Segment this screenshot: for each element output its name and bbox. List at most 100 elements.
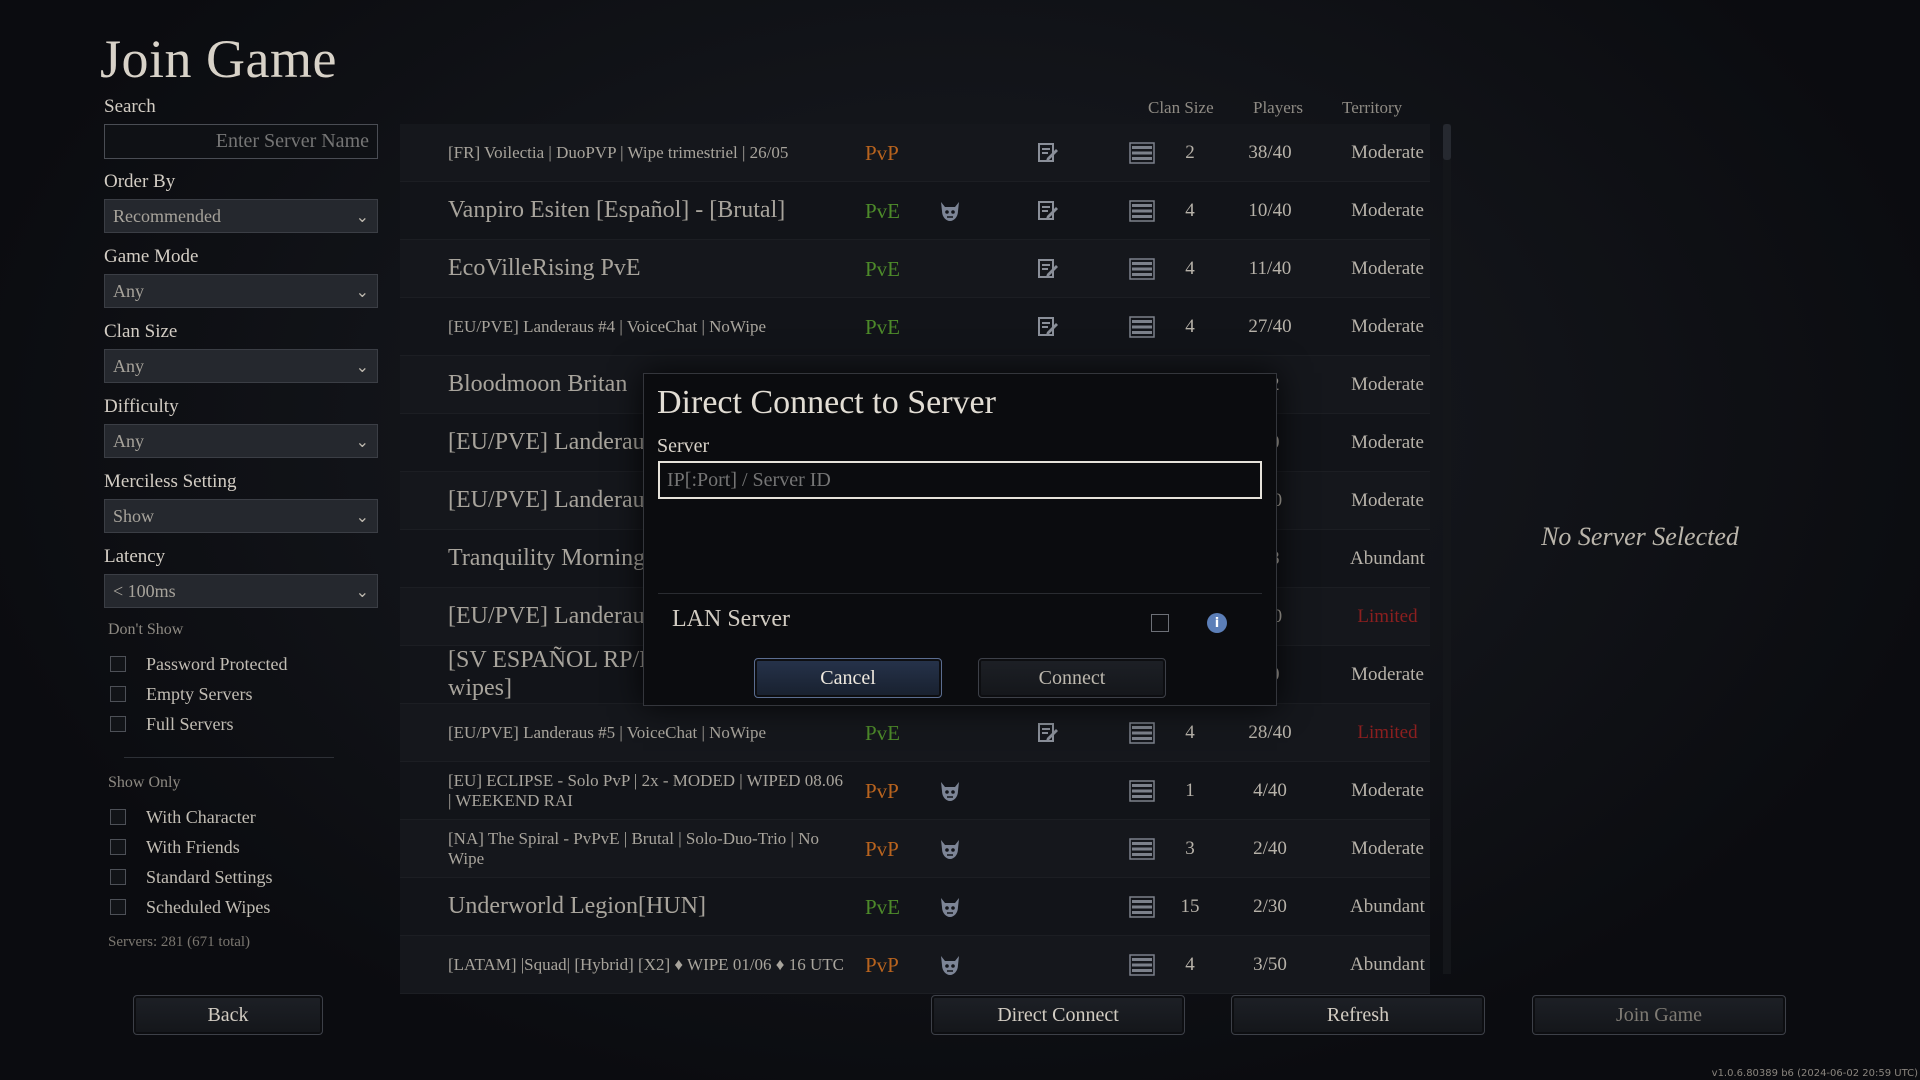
checkbox-password-protected[interactable]: Password Protected [104,649,380,679]
server-notes-icon [1036,199,1060,223]
players-value: 2/30 [1253,896,1287,917]
checkbox-standard-settings[interactable]: Standard Settings [104,862,380,892]
checkbox-empty-servers[interactable]: Empty Servers [104,679,380,709]
checkbox-with-friends[interactable]: With Friends [104,832,380,862]
server-name: [EU/PVE] Landeraus #4 | VoiceChat | NoWi… [448,317,767,337]
server-rules-icon [1129,838,1155,860]
clan-size-value: 1 [1185,780,1195,801]
search-label: Search [104,96,156,117]
info-icon[interactable]: i [1207,613,1227,633]
server-name: [EU] ECLIPSE - Solo PvP | 2x - MODED | W… [448,771,843,810]
checkbox-box[interactable] [110,686,126,702]
game-mode-label: PvP [865,140,899,165]
territory-value: Moderate [1351,780,1424,801]
territory-value: Moderate [1351,838,1424,859]
checkbox-label: Full Servers [146,713,234,734]
game-mode-label: PvE [865,720,901,745]
server-row[interactable]: Underworld Legion[HUN] PvE 15 2/30 Abundant [400,878,1430,936]
game-mode-value: Any [113,280,144,301]
checkbox-box[interactable] [110,869,126,885]
clan-size-value: 4 [1185,258,1195,279]
column-clan-size[interactable]: Clan Size [1148,98,1214,118]
server-rules-icon [1129,142,1155,164]
server-address-input[interactable] [658,461,1262,499]
column-territory[interactable]: Territory [1342,98,1402,118]
territory-value: Moderate [1351,316,1424,337]
server-name: [FR] Voilectia | DuoPVP | Wipe trimestri… [448,143,789,163]
scrollbar-thumb[interactable] [1443,124,1451,160]
checkbox-box[interactable] [110,899,126,915]
direct-connect-dialog: Direct Connect to Server Server LAN Serv… [643,373,1277,706]
checkbox-box[interactable] [110,839,126,855]
column-players[interactable]: Players [1253,98,1303,118]
checkbox-label: Empty Servers [146,683,253,704]
checkbox-with-character[interactable]: With Character [104,802,380,832]
chevron-down-icon: ⌄ [355,506,369,526]
no-server-selected: No Server Selected [1541,522,1739,551]
server-rules-icon [1129,722,1155,744]
game-mode-label: PvE [865,198,901,223]
join-game-button[interactable]: Join Game [1532,995,1786,1035]
server-notes-icon [1036,315,1060,339]
checkbox-label: Password Protected [146,653,288,674]
search-input[interactable] [104,124,378,159]
dialog-divider [658,593,1262,594]
territory-value: Moderate [1351,432,1424,453]
territory-value: Moderate [1351,200,1424,221]
game-mode-label: PvE [865,314,901,339]
lan-server-checkbox[interactable] [1151,614,1169,632]
latency-dropdown[interactable]: < 100ms ⌄ [104,574,378,608]
server-row[interactable]: EcoVilleRising PvE PvE 4 11/40 Moderate [400,240,1430,298]
checkbox-box[interactable] [110,809,126,825]
checkbox-full-servers[interactable]: Full Servers [104,709,380,739]
refresh-button[interactable]: Refresh [1231,995,1485,1035]
players-value: 11/40 [1248,258,1292,279]
server-row[interactable]: [EU/PVE] Landeraus #5 | VoiceChat | NoWi… [400,704,1430,762]
game-mode-label: Game Mode [104,246,199,267]
server-notes-icon [1036,257,1060,281]
players-value: 38/40 [1248,142,1292,163]
territory-value: Moderate [1351,258,1424,279]
clan-size-dropdown[interactable]: Any ⌄ [104,349,378,383]
server-row[interactable]: [FR] Voilectia | DuoPVP | Wipe trimestri… [400,124,1430,182]
checkbox-label: With Character [146,806,256,827]
back-button[interactable]: Back [133,995,323,1035]
merciless-setting-label: Merciless Setting [104,471,237,492]
game-mode-dropdown[interactable]: Any ⌄ [104,274,378,308]
territory-value: Moderate [1351,374,1424,395]
dont-show-label: Don't Show [108,621,184,638]
game-mode-label: PvE [865,256,901,281]
server-row[interactable]: Vanpiro Esiten [Español] - [Brutal] PvE 4 1… [400,182,1430,240]
server-name: [LATAM] |Squad| [Hybrid] [X2] ♦ WIPE 01/… [448,955,844,975]
difficulty-value: Any [113,430,144,451]
territory-value: Abundant [1350,954,1425,975]
server-row[interactable]: [NA] The Spiral - PvPvE | Brutal | Solo-… [400,820,1430,878]
clan-size-value: 4 [1185,722,1195,743]
clan-size-value: 2 [1185,142,1195,163]
merciless-demon-icon [938,837,962,861]
cancel-button[interactable]: Cancel [754,658,942,698]
merciless-demon-icon [938,199,962,223]
difficulty-dropdown[interactable]: Any ⌄ [104,424,378,458]
merciless-setting-dropdown[interactable]: Show ⌄ [104,499,378,533]
checkbox-box[interactable] [110,656,126,672]
latency-label: Latency [104,546,166,567]
order-by-dropdown[interactable]: Recommended ⌄ [104,199,378,233]
server-name: [EU/PVE] Landeraus #5 | VoiceChat | NoWi… [448,723,767,743]
direct-connect-button[interactable]: Direct Connect [931,995,1185,1035]
merciless-demon-icon [938,895,962,919]
checkbox-box[interactable] [110,716,126,732]
territory-value: Abundant [1350,896,1425,917]
server-row[interactable]: [EU] ECLIPSE - Solo PvP | 2x - MODED | W… [400,762,1430,820]
players-value: 4/40 [1253,780,1287,801]
merciless-demon-icon [938,953,962,977]
territory-value: Moderate [1351,664,1424,685]
checkbox-scheduled-wipes[interactable]: Scheduled Wipes [104,892,380,922]
players-value: 10/40 [1248,200,1292,221]
connect-button[interactable]: Connect [978,658,1166,698]
server-row[interactable]: [EU/PVE] Landeraus #4 | VoiceChat | NoWi… [400,298,1430,356]
show-only-label: Show Only [108,774,181,791]
clan-size-value: Any [113,355,144,376]
players-value: 27/40 [1248,316,1292,337]
server-row[interactable]: [LATAM] |Squad| [Hybrid] [X2] ♦ WIPE 01/… [400,936,1430,994]
